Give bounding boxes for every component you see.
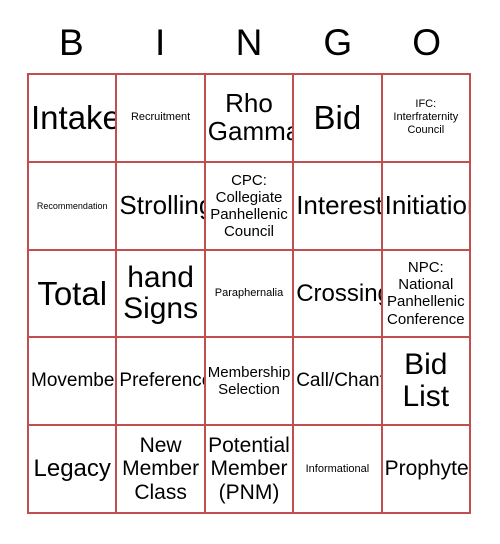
bingo-cell-label: hand Signs — [123, 260, 199, 326]
bingo-header-letter-n: N — [235, 21, 263, 63]
bingo-cell[interactable]: Initiation — [382, 162, 471, 251]
bingo-cell[interactable]: CPC: Collegiate Panhellenic Council — [205, 162, 295, 251]
bingo-cell[interactable]: Legacy — [29, 426, 118, 514]
bingo-cell[interactable]: Informational — [294, 426, 383, 514]
bingo-cell[interactable]: NPC: National Panhellenic Conference — [382, 250, 471, 339]
bingo-cell[interactable]: Bid — [294, 75, 383, 163]
bingo-cell[interactable]: hand Signs — [117, 250, 206, 339]
bingo-header-row: B I N G O — [27, 14, 471, 70]
bingo-cell-label: Rho Gamma — [207, 88, 295, 146]
bingo-cell[interactable]: Recommendation — [29, 162, 118, 251]
bingo-cell-label: Crossing — [296, 279, 383, 307]
bingo-cell-label: CPC: Collegiate Panhellenic Council — [210, 171, 288, 240]
bingo-cell-label: Bid List — [402, 348, 450, 414]
bingo-cell-label: Recruitment — [130, 111, 191, 124]
bingo-cell[interactable]: Strolling — [117, 162, 206, 251]
bingo-cell[interactable]: Rho Gamma — [205, 75, 295, 163]
bingo-header-letter-o: O — [412, 21, 441, 63]
bingo-cell[interactable]: Crossing — [294, 250, 383, 339]
bingo-cell[interactable]: Intake — [29, 75, 118, 163]
bingo-cell[interactable]: IFC: Interfraternity Council — [382, 75, 471, 163]
bingo-cell[interactable]: Movember — [29, 338, 118, 427]
bingo-cell-label: NPC: National Panhellenic Conference — [387, 259, 465, 328]
bingo-cell[interactable]: Potential Member (PNM) — [205, 426, 295, 514]
bingo-cell-label: Prophyte — [384, 457, 469, 481]
bingo-header-letter-g: G — [323, 21, 353, 63]
bingo-cell-label: Intake — [31, 99, 118, 137]
bingo-cell-label: Informational — [305, 462, 370, 475]
bingo-cell-label: Preference — [119, 369, 206, 391]
bingo-cell-label: Total — [37, 274, 108, 312]
bingo-cell[interactable]: Paraphernalia — [205, 250, 295, 339]
bingo-cell-label: Movember — [31, 369, 118, 391]
bingo-cell-label: Legacy — [33, 455, 111, 483]
bingo-cell[interactable]: Call/Chant — [294, 338, 383, 427]
bingo-cell-label: Recommendation — [36, 200, 108, 211]
bingo-header-letter-i: I — [155, 21, 166, 63]
bingo-cell-label: Strolling — [119, 189, 206, 220]
bingo-cell-label: New Member Class — [122, 433, 200, 504]
bingo-cell-label: Bid — [313, 99, 362, 137]
bingo-cell-label: Call/Chant — [296, 369, 383, 391]
bingo-cell[interactable]: Preference — [117, 338, 206, 427]
bingo-cell-label: Paraphernalia — [214, 286, 284, 299]
bingo-cell[interactable]: Recruitment — [117, 75, 206, 163]
bingo-cell-label: Potential Member (PNM) — [208, 433, 290, 504]
bingo-cell-label: Membership Selection — [207, 364, 291, 399]
bingo-grid: Intake Recruitment Rho Gamma Bid IFC: In… — [27, 73, 471, 514]
bingo-cell[interactable]: New Member Class — [117, 426, 206, 514]
bingo-cell[interactable]: Prophyte — [382, 426, 471, 514]
bingo-cell-label: Initiation — [384, 189, 469, 220]
bingo-card: B I N G O Intake Recruitment Rho Gamma B… — [0, 0, 500, 544]
bingo-header-letter-b: B — [59, 21, 84, 63]
bingo-cell-label: Interest — [296, 189, 383, 220]
bingo-cell[interactable]: Bid List — [382, 338, 471, 427]
bingo-cell[interactable]: Interest — [294, 162, 383, 251]
bingo-cell-label: IFC: Interfraternity Council — [393, 98, 459, 137]
bingo-cell[interactable]: Membership Selection — [205, 338, 295, 427]
bingo-cell[interactable]: Total — [29, 250, 118, 339]
